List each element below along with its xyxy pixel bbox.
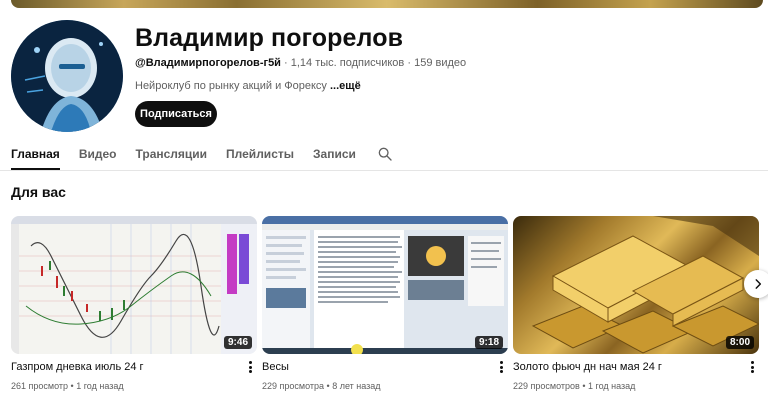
video-title[interactable]: Золото фьюч дн нач мая 24 г [513, 361, 662, 373]
gold-bars-thumbnail-image [531, 216, 759, 354]
view-count: 229 просмотра [262, 381, 325, 391]
view-count: 261 просмотр [11, 381, 69, 391]
video-card[interactable]: 8:00 Золото фьюч дн нач мая 24 г 229 про… [513, 216, 759, 391]
meta-separator: • [70, 381, 74, 391]
search-icon[interactable] [377, 146, 393, 162]
channel-description[interactable]: Нейроклуб по рынку акций и Форексу ...ещ… [135, 80, 361, 92]
upload-age: 1 год назад [588, 381, 636, 391]
more-vert-icon[interactable] [246, 360, 254, 374]
channel-tabs: Главная Видео Трансляции Плейлисты Запис… [11, 138, 393, 170]
upload-age: 1 год назад [76, 381, 124, 391]
video-title[interactable]: Весы [262, 361, 289, 373]
video-meta: 261 просмотр • 1 год назад [11, 381, 124, 391]
video-count: 159 видео [414, 57, 467, 69]
meta-separator: • [326, 381, 330, 391]
video-meta: 229 просмотра • 8 лет назад [262, 381, 381, 391]
meta-separator: · [407, 57, 412, 69]
video-card[interactable]: 9:46 Газпром дневка июль 24 г 261 просмо… [11, 216, 257, 391]
channel-avatar[interactable] [11, 20, 123, 132]
desktop-thumbnail-image [262, 216, 508, 354]
chart-thumbnail-image [11, 216, 257, 354]
description-text: Нейроклуб по рынку акций и Форексу [135, 80, 327, 92]
tab-home[interactable]: Главная [11, 138, 60, 170]
video-duration: 8:00 [725, 336, 754, 349]
next-button[interactable] [744, 270, 768, 298]
video-meta: 229 просмотров • 1 год назад [513, 381, 635, 391]
tab-live[interactable]: Трансляции [135, 138, 207, 170]
tab-posts[interactable]: Записи [313, 138, 356, 170]
more-vert-icon[interactable] [748, 360, 756, 374]
video-thumbnail[interactable]: 9:46 [11, 216, 257, 354]
channel-banner [11, 0, 763, 8]
channel-name: Владимир погорелов [135, 24, 404, 52]
more-vert-icon[interactable] [497, 360, 505, 374]
channel-meta: @Владимирпогорелов-г5й · 1,14 тыс. подпи… [135, 57, 466, 69]
video-title[interactable]: Газпром дневка июль 24 г [11, 361, 144, 373]
tab-playlists[interactable]: Плейлисты [226, 138, 294, 170]
upload-age: 8 лет назад [332, 381, 381, 391]
view-count: 229 просмотров [513, 381, 580, 391]
tab-videos[interactable]: Видео [79, 138, 117, 170]
video-card[interactable]: 9:18 Весы 229 просмотра • 8 лет назад [262, 216, 508, 391]
tabs-divider [0, 170, 768, 171]
video-thumbnail[interactable]: 8:00 [513, 216, 759, 354]
subscribe-button[interactable]: Подписаться [135, 101, 217, 127]
subscriber-count: 1,14 тыс. подписчиков [290, 57, 405, 69]
meta-separator: · [284, 57, 288, 69]
section-title: Для вас [11, 184, 66, 200]
more-link[interactable]: ...ещё [330, 80, 361, 92]
video-duration: 9:18 [474, 336, 503, 349]
channel-handle: @Владимирпогорелов-г5й [135, 57, 281, 69]
robot-avatar-image [11, 20, 123, 132]
video-duration: 9:46 [223, 336, 252, 349]
video-thumbnail[interactable]: 9:18 [262, 216, 508, 354]
meta-separator: • [582, 381, 586, 391]
chevron-right-icon [755, 279, 762, 289]
